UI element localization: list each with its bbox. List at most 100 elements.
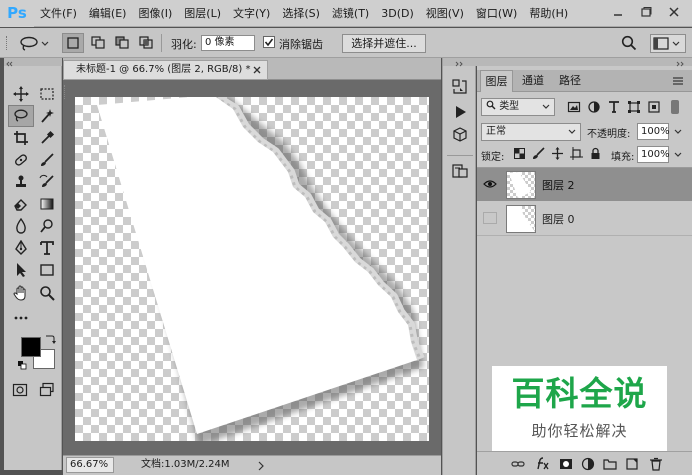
divider xyxy=(477,235,692,236)
screen-mode-button[interactable] xyxy=(36,380,58,400)
menu-type[interactable]: 文字(Y) xyxy=(227,0,276,27)
menu-3d[interactable]: 3D(D) xyxy=(375,0,420,27)
type-tool[interactable] xyxy=(36,238,58,258)
history-brush-tool[interactable] xyxy=(36,172,58,192)
lock-artboard-button[interactable] xyxy=(570,147,583,160)
visibility-toggle[interactable] xyxy=(483,178,497,190)
history-brush-icon xyxy=(39,174,54,187)
antialias-label: 消除锯齿 xyxy=(279,38,323,51)
subtract-selection-icon xyxy=(115,36,129,49)
document-tab[interactable]: 未标题-1 @ 66.7% (图层 2, RGB/8) * xyxy=(63,60,268,80)
filter-adjustment-button[interactable] xyxy=(587,100,601,114)
actions-panel-button[interactable] xyxy=(451,103,469,121)
menu-select[interactable]: 选择(S) xyxy=(276,0,326,27)
chevron-down-icon xyxy=(674,152,682,157)
panel-menu-button[interactable] xyxy=(671,75,685,87)
swap-colors-button[interactable] xyxy=(44,333,56,345)
menu-filter[interactable]: 滤镜(T) xyxy=(326,0,375,27)
lock-pixels-button[interactable] xyxy=(532,147,545,160)
subtract-selection-button[interactable] xyxy=(112,33,134,53)
layer-row-layer-0[interactable]: 图层 0 xyxy=(477,202,692,235)
layer-row-layer-2[interactable]: 图层 2 xyxy=(477,168,692,201)
zoom-level-input[interactable]: 66.67% xyxy=(66,457,114,473)
search-button[interactable] xyxy=(620,34,640,52)
blur-tool[interactable] xyxy=(10,216,32,236)
add-to-selection-button[interactable] xyxy=(88,33,110,53)
lasso-tool[interactable] xyxy=(8,105,34,127)
brush-tool[interactable] xyxy=(36,150,58,170)
select-and-mask-button[interactable]: 选择并遮住... xyxy=(342,34,426,53)
menu-layer[interactable]: 图层(L) xyxy=(178,0,227,27)
add-mask-button[interactable] xyxy=(559,457,573,471)
rectangle-tool[interactable] xyxy=(36,260,58,280)
canvas[interactable] xyxy=(75,97,429,441)
minimize-button[interactable] xyxy=(606,2,630,22)
filter-pixel-button[interactable] xyxy=(567,100,581,114)
chevron-down-icon xyxy=(41,41,49,46)
eyedropper-tool[interactable] xyxy=(36,128,58,148)
filter-shape-button[interactable] xyxy=(627,100,641,114)
tool-preset-picker[interactable] xyxy=(18,34,54,53)
eraser-tool[interactable] xyxy=(10,194,32,214)
3d-panel-button[interactable] xyxy=(451,126,469,144)
filter-type-button[interactable] xyxy=(607,100,621,114)
pen-tool[interactable] xyxy=(10,238,32,258)
delete-layer-button[interactable] xyxy=(649,457,663,471)
quick-mask-button[interactable] xyxy=(9,380,31,400)
restore-button[interactable] xyxy=(634,2,658,22)
properties-panel-button[interactable] xyxy=(451,162,469,180)
lock-all-button[interactable] xyxy=(589,147,602,160)
fill-input[interactable]: 100% xyxy=(637,146,670,163)
marquee-tool[interactable] xyxy=(36,84,58,104)
layer-name: 图层 0 xyxy=(542,213,575,226)
crop-tool[interactable] xyxy=(10,128,32,148)
lock-transparent-button[interactable] xyxy=(513,147,526,160)
blend-mode-select[interactable]: 正常 xyxy=(481,123,581,141)
new-group-button[interactable] xyxy=(603,457,617,471)
close-icon[interactable] xyxy=(253,66,261,74)
close-button[interactable] xyxy=(662,2,686,22)
move-tool[interactable] xyxy=(10,84,32,104)
tab-layers[interactable]: 图层 xyxy=(480,70,513,92)
lock-position-button[interactable] xyxy=(551,147,564,160)
hand-tool[interactable] xyxy=(10,283,32,303)
menu-view[interactable]: 视图(V) xyxy=(420,0,470,27)
more-tools-button[interactable] xyxy=(10,308,32,328)
foreground-color-swatch[interactable] xyxy=(21,337,41,357)
image-icon xyxy=(567,101,581,113)
opacity-dropdown[interactable] xyxy=(673,127,683,137)
gradient-tool[interactable] xyxy=(36,194,58,214)
menu-file[interactable]: 文件(F) xyxy=(34,0,83,27)
tab-channels[interactable]: 通道 xyxy=(517,70,549,92)
dodge-tool[interactable] xyxy=(36,216,58,236)
new-selection-button[interactable] xyxy=(62,33,84,53)
intersect-selection-button[interactable] xyxy=(136,33,158,53)
tab-paths[interactable]: 路径 xyxy=(555,70,585,92)
clone-stamp-tool[interactable] xyxy=(10,172,32,192)
antialias-checkbox[interactable] xyxy=(263,36,275,48)
default-colors-button[interactable] xyxy=(17,360,29,370)
menu-window[interactable]: 窗口(W) xyxy=(470,0,523,27)
magic-wand-tool[interactable] xyxy=(36,106,58,126)
menu-image[interactable]: 图像(I) xyxy=(132,0,178,27)
new-layer-button[interactable] xyxy=(625,457,639,471)
zoom-tool[interactable] xyxy=(36,283,58,303)
options-bar: 羽化: 0 像素 消除锯齿 选择并遮住... xyxy=(0,28,692,58)
visibility-toggle[interactable] xyxy=(483,212,497,224)
healing-brush-tool[interactable] xyxy=(10,150,32,170)
layer-filter-select[interactable]: 类型 xyxy=(481,98,555,116)
history-panel-button[interactable] xyxy=(451,78,469,96)
feather-input[interactable]: 0 像素 xyxy=(201,35,255,51)
status-menu-button[interactable] xyxy=(257,460,265,471)
link-layers-button[interactable] xyxy=(511,457,525,471)
path-selection-tool[interactable] xyxy=(10,260,32,280)
menu-edit[interactable]: 编辑(E) xyxy=(83,0,133,27)
menu-help[interactable]: 帮助(H) xyxy=(523,0,574,27)
workspace-switcher[interactable] xyxy=(650,34,686,53)
adjustment-layer-button[interactable] xyxy=(581,457,595,471)
filter-smart-object-button[interactable] xyxy=(647,100,661,114)
fill-dropdown[interactable] xyxy=(673,150,683,160)
opacity-input[interactable]: 100% xyxy=(637,123,670,140)
filter-toggle-switch[interactable] xyxy=(671,100,679,114)
fx-button[interactable] xyxy=(535,456,551,472)
